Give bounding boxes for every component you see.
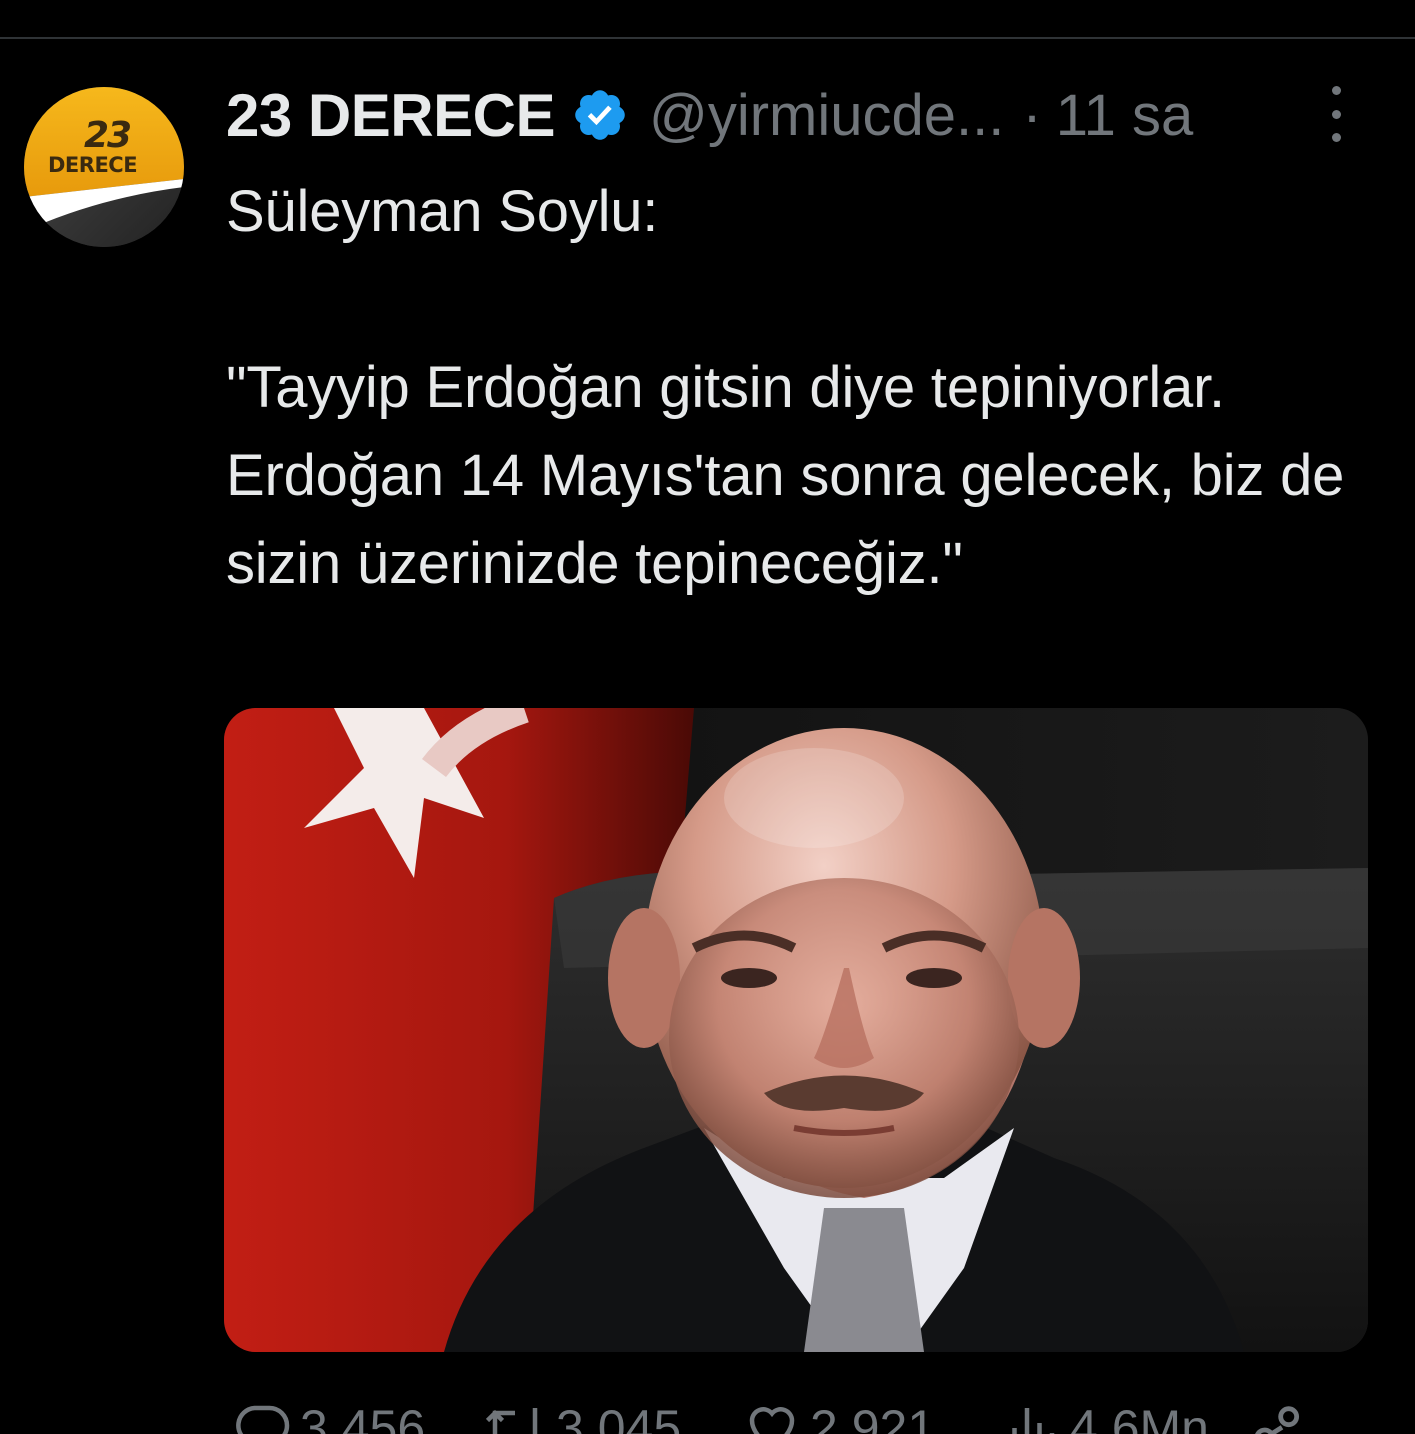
avatar-logo-bottom-text: DERECE — [48, 153, 138, 177]
share-icon — [1255, 1406, 1299, 1434]
tweet-actions-bar: 3.456 3.045 2.921 4,6Mn — [226, 1398, 1336, 1434]
separator-dot: · — [1022, 82, 1042, 148]
profile-avatar[interactable]: 23 DERECE — [24, 87, 184, 247]
reply-icon — [236, 1405, 290, 1434]
tweet-media-photo[interactable] — [224, 708, 1368, 1352]
dot-icon — [1331, 86, 1341, 95]
verified-badge-icon — [571, 86, 629, 144]
tweet-screen: 23 DERECE 23 DERECE @yirmiucde... · 11 s… — [0, 0, 1415, 1434]
heart-icon — [749, 1407, 795, 1434]
retweet-button[interactable]: 3.045 — [482, 1398, 681, 1434]
views-chart-icon — [1012, 1408, 1055, 1434]
dot-icon — [1331, 109, 1341, 119]
views-count: 4,6Mn — [1070, 1400, 1209, 1434]
share-button[interactable] — [1246, 1398, 1310, 1434]
more-options-icon[interactable] — [1318, 86, 1354, 142]
views-button[interactable]: 4,6Mn — [1002, 1398, 1209, 1434]
photo-man-in-suit-with-turkish-flag — [224, 708, 1368, 1352]
user-handle[interactable]: @yirmiucde... — [649, 82, 1004, 149]
tweet-header: 23 DERECE @yirmiucde... · 11 sa — [226, 80, 1193, 150]
like-count: 2.921 — [810, 1400, 936, 1434]
retweet-icon — [485, 1408, 541, 1434]
dot-icon — [1331, 133, 1341, 142]
like-button[interactable]: 2.921 — [742, 1398, 935, 1434]
reply-button[interactable]: 3.456 — [232, 1398, 425, 1434]
avatar-logo-top-text: 23 — [84, 115, 132, 156]
retweet-count: 3.045 — [556, 1400, 682, 1434]
tweet-body-text: Süleyman Soylu: "Tayyip Erdoğan gitsin d… — [226, 179, 1345, 596]
display-name[interactable]: 23 DERECE — [226, 81, 555, 150]
reply-count: 3.456 — [300, 1400, 426, 1434]
tweet-timestamp[interactable]: 11 sa — [1056, 82, 1194, 149]
top-divider — [0, 37, 1415, 39]
